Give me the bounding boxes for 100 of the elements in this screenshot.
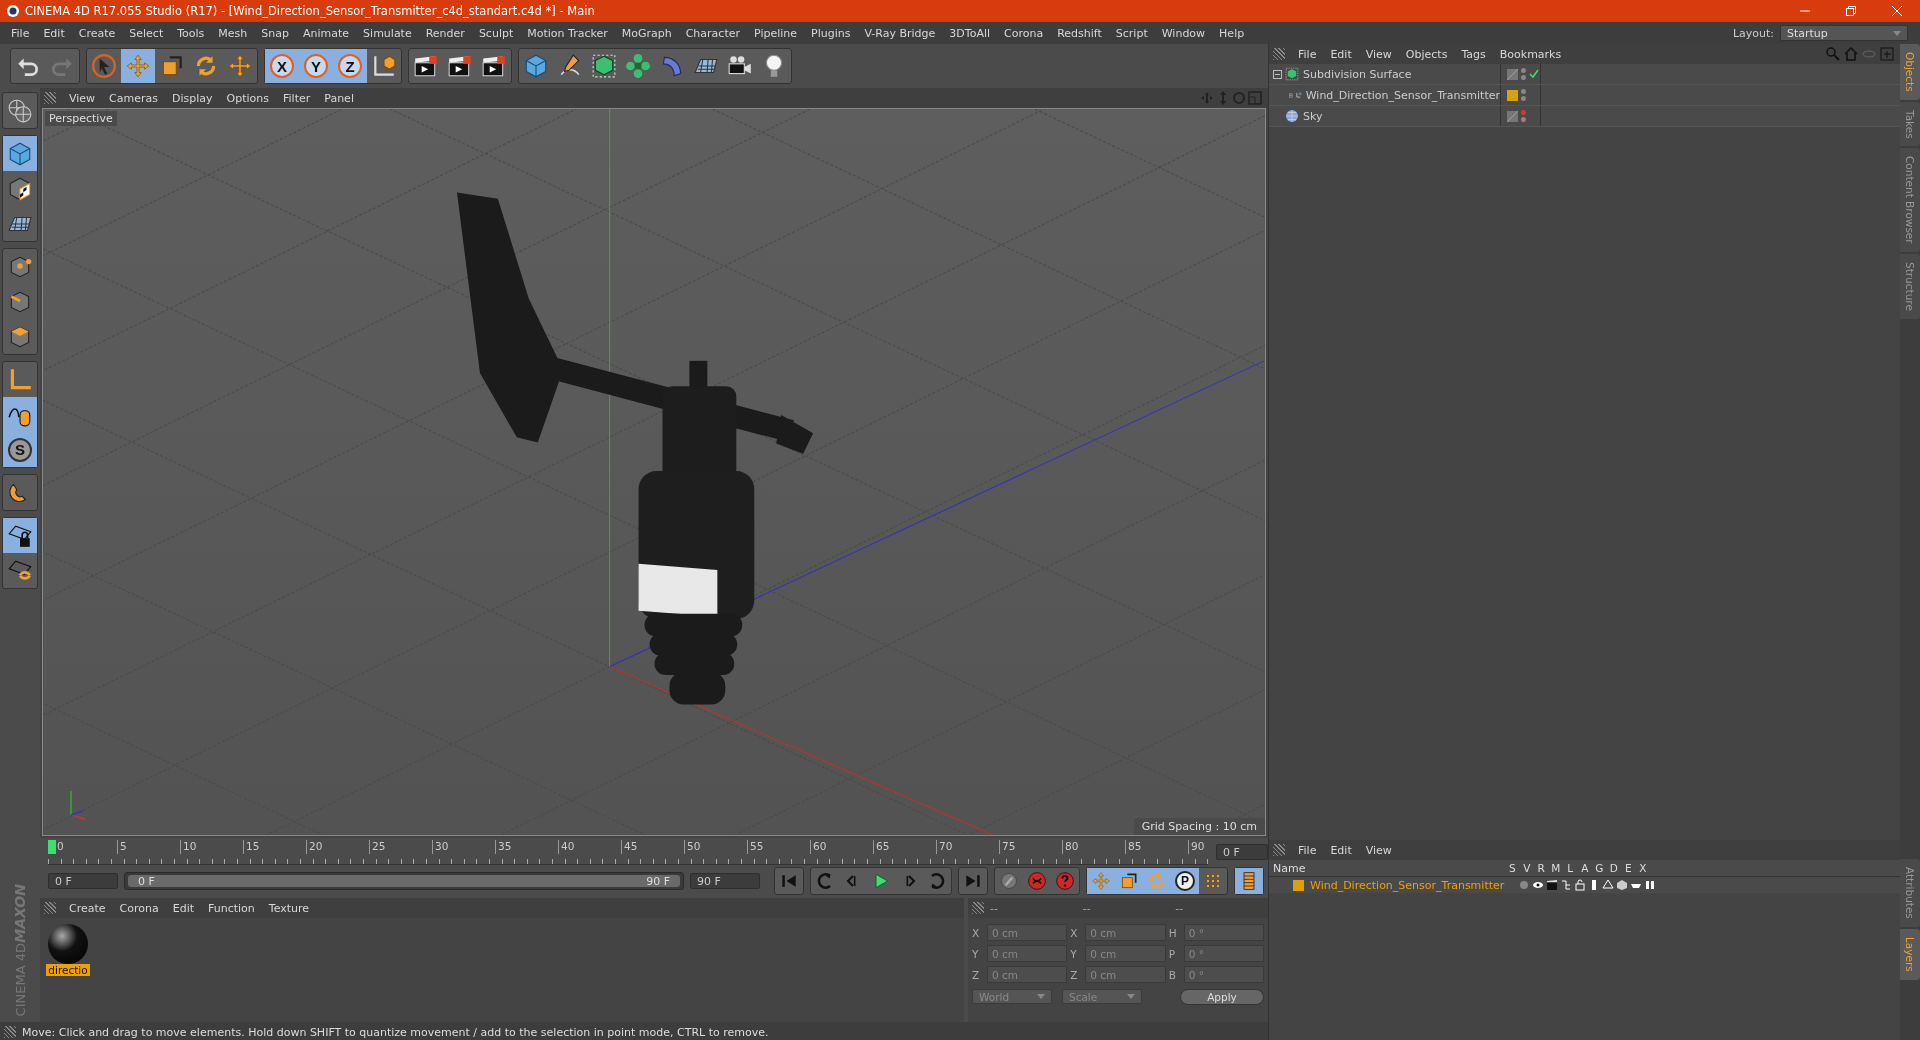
visibility-dots[interactable]: [1521, 89, 1526, 101]
menu-item[interactable]: Edit: [165, 901, 201, 915]
start-frame-field[interactable]: 0 F: [48, 873, 118, 889]
menu-item[interactable]: Render: [418, 26, 472, 40]
menu-item[interactable]: Animate: [296, 26, 357, 40]
menu-item[interactable]: View: [1358, 47, 1399, 61]
current-frame-field[interactable]: 0 F: [1216, 844, 1268, 860]
apply-button[interactable]: Apply: [1180, 989, 1264, 1005]
playhead[interactable]: [48, 839, 56, 854]
menu-item[interactable]: Filter: [276, 91, 318, 105]
menu-item[interactable]: Tags: [1454, 47, 1493, 61]
axis-label: Z: [972, 968, 981, 981]
menu-item[interactable]: Mesh: [211, 26, 255, 40]
axis-lock-button[interactable]: Z: [333, 49, 367, 83]
timeline-ruler[interactable]: 0 5 10 15 20 25 30 35 40 45 50 55 60 65 70 75 80 85 90: [48, 839, 1208, 865]
menu-item[interactable]: Edit: [36, 26, 72, 40]
panel-grip[interactable]: [1273, 844, 1285, 856]
menu-item[interactable]: Corona: [112, 901, 166, 915]
column-header[interactable]: L: [1563, 862, 1578, 874]
menu-item[interactable]: View: [62, 91, 103, 105]
menu-item[interactable]: Window: [1154, 26, 1213, 40]
column-header[interactable]: R: [1534, 862, 1549, 874]
tool-button[interactable]: [3, 518, 37, 553]
panel-grip[interactable]: [44, 92, 56, 104]
menu-item[interactable]: Tools: [170, 26, 212, 40]
axis-lock-button[interactable]: Y: [299, 49, 333, 83]
column-header[interactable]: A: [1577, 862, 1592, 874]
column-header[interactable]: G: [1592, 862, 1607, 874]
panel-grip[interactable]: [4, 1026, 16, 1038]
object-name[interactable]: Subdivision Surface: [1303, 67, 1412, 81]
tool-button[interactable]: [3, 397, 37, 432]
visibility-dots[interactable]: [1521, 110, 1526, 122]
frame-range-slider[interactable]: 0 F 90 F: [124, 872, 684, 890]
column-header[interactable]: S: [1505, 862, 1520, 874]
menu-item[interactable]: Objects: [1398, 47, 1455, 61]
menu-item[interactable]: Select: [122, 26, 171, 40]
frame-tick-label: 25: [369, 839, 432, 854]
panel-grip[interactable]: [972, 902, 984, 914]
column-header[interactable]: M: [1548, 862, 1563, 874]
menu-item[interactable]: Texture: [261, 901, 317, 915]
range-slider-fill[interactable]: 0 F 90 F: [128, 875, 680, 887]
layout-dropdown[interactable]: Startup: [1780, 25, 1908, 41]
check-icon[interactable]: [1529, 69, 1539, 79]
menu-item[interactable]: Function: [201, 901, 262, 915]
menu-item[interactable]: Edit: [1323, 47, 1359, 61]
object-name[interactable]: Sky: [1303, 109, 1323, 123]
menu-item[interactable]: Cameras: [102, 91, 165, 105]
menu-item[interactable]: Redshift: [1050, 26, 1109, 40]
menu-item[interactable]: Motion Tracker: [520, 26, 615, 40]
menu-item[interactable]: View: [1358, 843, 1399, 857]
menu-item[interactable]: File: [1291, 47, 1324, 61]
column-header[interactable]: X: [1635, 862, 1650, 874]
menu-item[interactable]: Create: [62, 901, 113, 915]
parameter-key-button[interactable]: P: [1171, 868, 1199, 894]
menu-item[interactable]: Character: [678, 26, 747, 40]
menu-item[interactable]: Help: [1212, 26, 1252, 40]
menu-item[interactable]: Pipeline: [747, 26, 805, 40]
axis-lock-button[interactable]: X: [265, 49, 299, 83]
material-name[interactable]: directio: [46, 964, 90, 976]
column-header: --: [1082, 901, 1091, 915]
menu-item[interactable]: Edit: [1323, 843, 1359, 857]
panel-grip[interactable]: [44, 902, 56, 914]
menu-item[interactable]: Plugins: [804, 26, 858, 40]
collapse-icon[interactable]: [1273, 69, 1282, 79]
layer-toggle-icons[interactable]: [1518, 879, 1657, 891]
menu-item[interactable]: Panel: [317, 91, 361, 105]
menu-item[interactable]: Create: [71, 26, 123, 40]
menu-item[interactable]: Options: [219, 91, 276, 105]
menu-item[interactable]: File: [4, 26, 37, 40]
menu-item[interactable]: Bookmarks: [1492, 47, 1569, 61]
menu-item[interactable]: Simulate: [356, 26, 419, 40]
menu-item[interactable]: V-Ray Bridge: [857, 26, 943, 40]
column-header[interactable]: D: [1606, 862, 1621, 874]
material-swatch[interactable]: [48, 924, 88, 964]
column-header[interactable]: Name: [1269, 861, 1505, 875]
menu-item[interactable]: Sculpt: [471, 26, 521, 40]
globe-icon: [7, 97, 33, 124]
menu-item[interactable]: Script: [1108, 26, 1155, 40]
home-icon[interactable]: [1844, 47, 1859, 61]
cube-icon: [7, 140, 33, 167]
menu-item[interactable]: Corona: [997, 26, 1051, 40]
panel-grip[interactable]: [1273, 48, 1285, 60]
record-keys-icon: [999, 871, 1019, 891]
caret-icon: [1127, 994, 1135, 999]
soft-selection-button[interactable]: S: [3, 432, 37, 467]
column-header[interactable]: V: [1519, 862, 1534, 874]
timeline-button[interactable]: [1235, 868, 1263, 894]
column-header[interactable]: E: [1621, 862, 1636, 874]
visibility-dots[interactable]: [1521, 68, 1526, 80]
menu-item[interactable]: MoGraph: [614, 26, 679, 40]
menu-item[interactable]: File: [1291, 843, 1324, 857]
expand-icon[interactable]: [1289, 90, 1293, 100]
3d-viewport[interactable]: Perspective Grid Spacing : 10 cm: [42, 108, 1266, 836]
menu-item[interactable]: Display: [165, 91, 220, 105]
menu-item[interactable]: Snap: [254, 26, 296, 40]
frame-tick-label: 60: [810, 839, 873, 854]
menu-item[interactable]: 3DToAll: [942, 26, 997, 40]
search-icon[interactable]: [1826, 47, 1841, 61]
end-frame-field[interactable]: 90 F: [690, 873, 760, 889]
cursor-icon: [91, 53, 117, 79]
